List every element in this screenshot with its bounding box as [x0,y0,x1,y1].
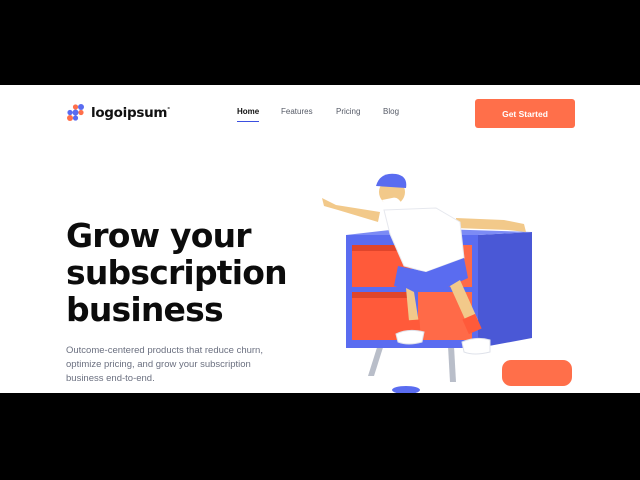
landing-page: logoipsum° Home Features Pricing Blog Ge… [0,85,640,393]
hero-title-line: Grow your [66,216,252,255]
hero-illustration [322,173,572,393]
floor-cushion [502,360,572,386]
logo-icon [67,104,84,121]
nav-features[interactable]: Features [281,107,313,116]
shelf-side [478,232,532,348]
hero-subtitle: Outcome-centered products that reduce ch… [66,345,263,384]
shelf-leg [448,346,456,382]
character-shoe [461,337,491,355]
nav-blog[interactable]: Blog [383,107,399,116]
character-cap [376,173,407,188]
hero-title: Grow your subscription business [66,217,326,328]
character-left-arm [322,198,380,222]
logo[interactable]: logoipsum° [66,103,170,122]
shelf-shadow [352,292,412,298]
hero-title-line: subscription [66,253,288,292]
floor-item [392,386,420,393]
get-started-button[interactable]: Get Started [475,99,575,128]
character-shoe [395,329,425,345]
hero-title-line: business [66,290,224,329]
nav-pricing[interactable]: Pricing [336,107,360,116]
logo-text: logoipsum° [91,104,170,121]
nav-home[interactable]: Home [237,107,260,122]
